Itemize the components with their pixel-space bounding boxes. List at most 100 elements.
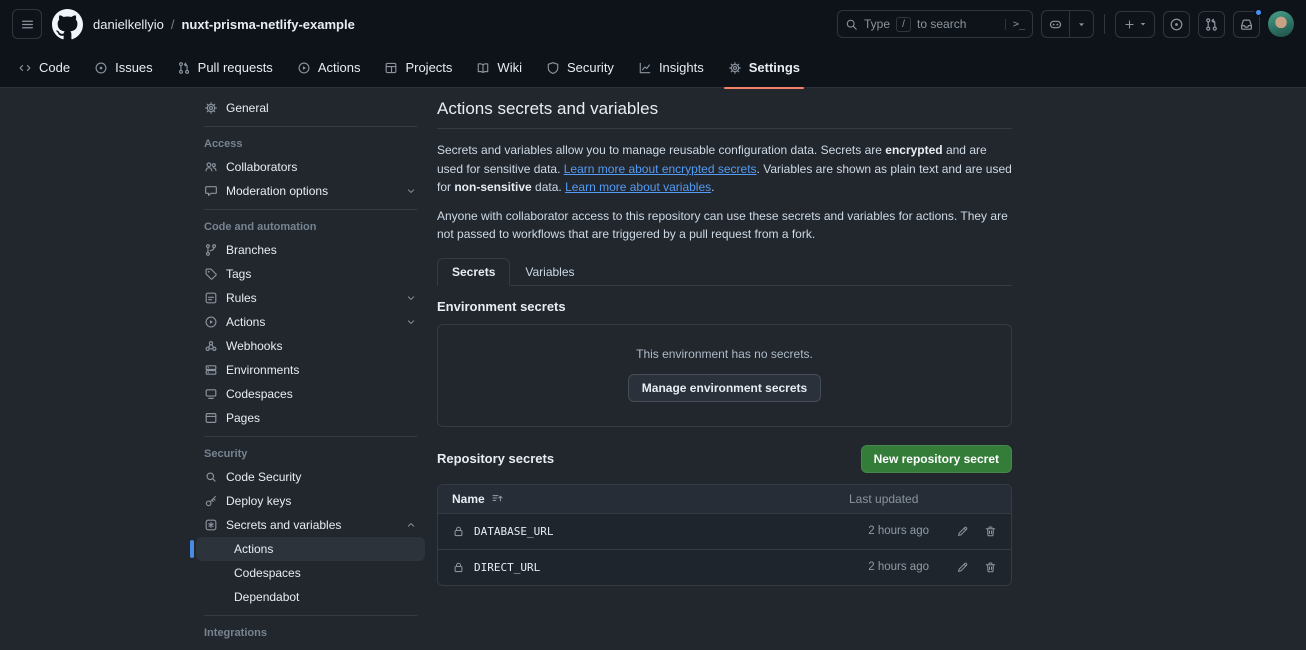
sidebar-item-tags[interactable]: Tags bbox=[196, 262, 425, 286]
lock-icon bbox=[452, 561, 465, 574]
copilot-icon[interactable] bbox=[1042, 11, 1069, 37]
environment-secrets-title: Environment secrets bbox=[437, 299, 1012, 314]
new-repository-secret-button[interactable]: New repository secret bbox=[861, 445, 1012, 473]
sidebar-item-environments[interactable]: Environments bbox=[196, 358, 425, 382]
sidebar-item-label: Collaborators bbox=[226, 160, 297, 174]
tab-projects[interactable]: Projects bbox=[374, 54, 462, 82]
sidebar-divider bbox=[204, 126, 417, 127]
people-icon bbox=[204, 160, 218, 174]
sidebar-item-label: General bbox=[226, 101, 269, 115]
learn-more-variables-link[interactable]: Learn more about variables bbox=[565, 180, 711, 194]
sidebar-item-label: Actions bbox=[234, 542, 273, 556]
issues-dashboard-button[interactable] bbox=[1163, 11, 1190, 38]
tab-label: Security bbox=[567, 60, 614, 75]
pull-request-icon bbox=[1204, 17, 1219, 32]
edit-secret-button[interactable] bbox=[956, 525, 969, 538]
tab-code[interactable]: Code bbox=[8, 54, 80, 82]
create-new-button[interactable] bbox=[1115, 11, 1155, 38]
sidebar-item-secrets-and-variables[interactable]: Secrets and variables bbox=[196, 513, 425, 537]
sort-ascending-icon[interactable] bbox=[491, 492, 504, 505]
sidebar-subitem-actions[interactable]: Actions bbox=[196, 537, 425, 561]
notifications-inbox-button[interactable] bbox=[1233, 11, 1260, 38]
search-icon bbox=[845, 18, 858, 31]
pencil-icon bbox=[956, 561, 969, 574]
tab-wiki[interactable]: Wiki bbox=[466, 54, 532, 82]
sidebar-item-label: Branches bbox=[226, 243, 277, 257]
page-title: Actions secrets and variables bbox=[437, 99, 1012, 119]
empty-state-message: This environment has no secrets. bbox=[438, 347, 1011, 361]
breadcrumb: danielkellyio / nuxt-prisma-netlify-exam… bbox=[93, 17, 355, 32]
row-actions bbox=[956, 561, 997, 574]
header-left: danielkellyio / nuxt-prisma-netlify-exam… bbox=[12, 9, 355, 40]
github-logo[interactable] bbox=[52, 9, 83, 40]
hamburger-menu-button[interactable] bbox=[12, 9, 42, 39]
tab-actions[interactable]: Actions bbox=[287, 54, 371, 82]
browser-icon bbox=[204, 411, 218, 425]
sidebar-item-rules[interactable]: Rules bbox=[196, 286, 425, 310]
sidebar-item-collaborators[interactable]: Collaborators bbox=[196, 155, 425, 179]
manage-environment-secrets-button[interactable]: Manage environment secrets bbox=[628, 374, 821, 402]
sidebar-subitem-dependabot[interactable]: Dependabot bbox=[196, 585, 425, 609]
breadcrumb-owner-link[interactable]: danielkellyio bbox=[93, 17, 164, 32]
table-row: DIRECT_URL 2 hours ago bbox=[438, 549, 1011, 585]
breadcrumb-repo-link[interactable]: nuxt-prisma-netlify-example bbox=[181, 17, 354, 32]
learn-more-secrets-link[interactable]: Learn more about encrypted secrets bbox=[564, 162, 757, 176]
repo-nav: Code Issues Pull requests Actions Projec… bbox=[0, 48, 1306, 88]
git-branch-icon bbox=[204, 243, 218, 257]
tab-label: Actions bbox=[318, 60, 361, 75]
command-palette-icon[interactable]: >_ bbox=[1005, 19, 1025, 30]
sidebar-item-webhooks[interactable]: Webhooks bbox=[196, 334, 425, 358]
sidebar-item-general[interactable]: General bbox=[196, 96, 425, 120]
sidebar-item-moderation-options[interactable]: Moderation options bbox=[196, 179, 425, 203]
tab-secrets[interactable]: Secrets bbox=[437, 258, 510, 286]
sidebar-item-deploy-keys[interactable]: Deploy keys bbox=[196, 489, 425, 513]
codespaces-icon bbox=[204, 387, 218, 401]
sidebar-item-actions[interactable]: Actions bbox=[196, 310, 425, 334]
delete-secret-button[interactable] bbox=[984, 525, 997, 538]
tab-settings[interactable]: Settings bbox=[718, 54, 810, 82]
tab-security[interactable]: Security bbox=[536, 54, 624, 82]
github-settings-page: danielkellyio / nuxt-prisma-netlify-exam… bbox=[0, 0, 1306, 650]
sidebar-item-label: Dependabot bbox=[234, 590, 299, 604]
sidebar-item-label: Deploy keys bbox=[226, 494, 291, 508]
tab-pull-requests[interactable]: Pull requests bbox=[167, 54, 283, 82]
gear-icon bbox=[204, 101, 218, 115]
sidebar-subitem-codespaces[interactable]: Codespaces bbox=[196, 561, 425, 585]
sidebar-item-pages[interactable]: Pages bbox=[196, 406, 425, 430]
graph-icon bbox=[638, 61, 652, 75]
sidebar-section-security: Security bbox=[196, 443, 425, 465]
inbox-icon bbox=[1239, 17, 1254, 32]
intro-text: . bbox=[711, 180, 714, 194]
tab-label: Settings bbox=[749, 60, 800, 75]
copilot-dropdown-caret[interactable] bbox=[1069, 11, 1093, 37]
tab-issues[interactable]: Issues bbox=[84, 54, 163, 82]
pull-requests-dashboard-button[interactable] bbox=[1198, 11, 1225, 38]
avatar[interactable] bbox=[1268, 11, 1294, 37]
trash-icon bbox=[984, 525, 997, 538]
issue-circle-dot-icon bbox=[94, 61, 108, 75]
book-icon bbox=[476, 61, 490, 75]
repository-secrets-header: Repository secrets New repository secret bbox=[437, 445, 1012, 473]
delete-secret-button[interactable] bbox=[984, 561, 997, 574]
github-mark-icon bbox=[52, 9, 83, 40]
sidebar-item-branches[interactable]: Branches bbox=[196, 238, 425, 262]
issue-circle-dot-icon bbox=[1169, 17, 1184, 32]
intro-bold-encrypted: encrypted bbox=[885, 143, 942, 157]
sidebar-item-code-security[interactable]: Code Security bbox=[196, 465, 425, 489]
chevron-down-icon bbox=[405, 292, 417, 304]
sidebar-item-label: Environments bbox=[226, 363, 299, 377]
secret-last-updated: 2 hours ago bbox=[868, 525, 929, 537]
sidebar-divider bbox=[204, 209, 417, 210]
intro-bold-non-sensitive: non-sensitive bbox=[454, 180, 531, 194]
tab-insights[interactable]: Insights bbox=[628, 54, 714, 82]
search-input[interactable]: Type / to search >_ bbox=[837, 10, 1033, 38]
edit-secret-button[interactable] bbox=[956, 561, 969, 574]
sidebar-item-label: Actions bbox=[226, 315, 265, 329]
table-row: DATABASE_URL 2 hours ago bbox=[438, 513, 1011, 549]
column-header-name[interactable]: Name bbox=[452, 492, 485, 506]
sidebar-item-codespaces[interactable]: Codespaces bbox=[196, 382, 425, 406]
copilot-button[interactable] bbox=[1041, 10, 1094, 38]
asterisk-box-icon bbox=[204, 518, 218, 532]
sidebar-section-code-and-automation: Code and automation bbox=[196, 216, 425, 238]
tab-variables[interactable]: Variables bbox=[510, 258, 589, 286]
